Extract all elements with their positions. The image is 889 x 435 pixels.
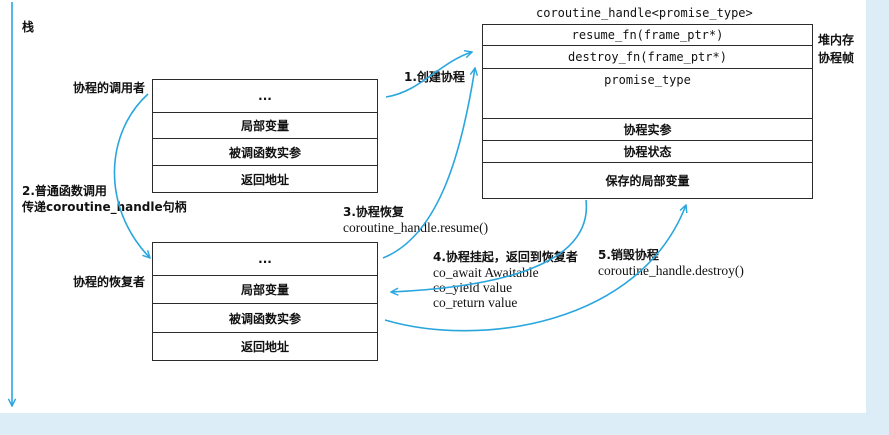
step2-call-arrow xyxy=(113,93,150,258)
step5-destroy-arrow xyxy=(384,205,686,332)
step4-suspend-arrow xyxy=(391,199,588,292)
step1-create-arrow xyxy=(385,52,472,98)
arrows-layer xyxy=(0,2,889,435)
step3-resume-arrow xyxy=(382,68,475,259)
diagram-canvas: 栈 coroutine_handle<promise_type> resume_… xyxy=(0,0,889,435)
